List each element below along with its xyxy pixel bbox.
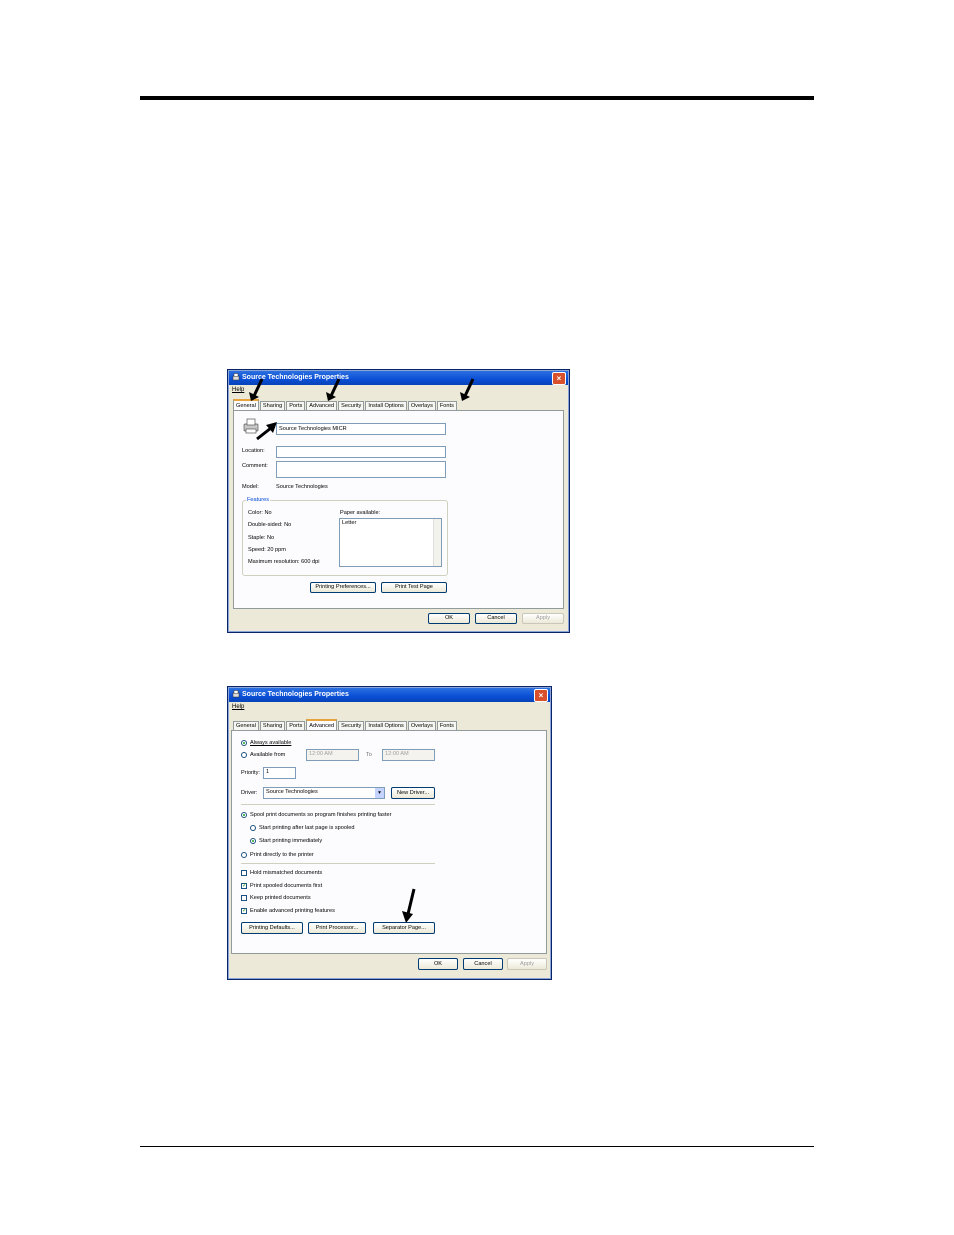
paper-item[interactable]: Letter [342, 519, 441, 528]
keep-printed-label: Keep printed documents [250, 895, 311, 901]
menu-bar: Help [232, 704, 244, 710]
printer-name-field[interactable]: Source Technologies MICR [276, 423, 446, 435]
annotation-arrow-separator-page-icon [402, 888, 416, 923]
available-from-label: Available from [250, 752, 286, 758]
separator [241, 804, 435, 805]
cancel-button[interactable]: Cancel [463, 958, 503, 970]
chevron-down-icon[interactable]: ▾ [375, 788, 384, 798]
print-directly-radio[interactable] [241, 852, 247, 858]
paper-list[interactable]: Letter [339, 518, 442, 567]
tab-strip: General Sharing Ports Advanced Security … [233, 719, 458, 732]
model-value: Source Technologies [276, 484, 328, 490]
annotation-arrow-general-icon [249, 378, 264, 401]
annotation-arrow-printer-name-icon [256, 422, 277, 441]
feature-staple: Staple: No [248, 535, 275, 541]
tab-strip: General Sharing Ports Advanced Security … [233, 399, 458, 412]
paper-list-scrollbar[interactable] [433, 519, 441, 566]
general-panel: Source Technologies MICR Location: Comme… [233, 410, 564, 609]
priority-field[interactable]: 1 [263, 767, 296, 779]
print-spooled-first-label: Print spooled documents first [250, 883, 323, 889]
hold-mismatched-label: Hold mismatched documents [250, 870, 323, 876]
feature-color: Color: No [248, 510, 272, 516]
start-after-last-label: Start printing after last page is spoole… [259, 825, 355, 831]
apply-button[interactable]: Apply [522, 613, 564, 624]
start-immediately-label: Start printing immediately [259, 838, 323, 844]
print-directly-label: Print directly to the printer [250, 852, 314, 858]
start-immediately-radio[interactable] [250, 838, 256, 844]
keep-printed-checkbox[interactable] [241, 895, 247, 901]
driver-select[interactable]: Source Technologies [263, 787, 385, 799]
menu-help[interactable]: Help [232, 387, 244, 393]
ok-button[interactable]: OK [418, 958, 458, 970]
ok-button[interactable]: OK [428, 613, 470, 624]
separator [241, 863, 435, 864]
to-label: To [366, 752, 372, 758]
priority-label: Priority: [241, 770, 260, 776]
driver-label: Driver: [241, 790, 258, 796]
printer-icon [232, 690, 240, 698]
advanced-panel: Always available Available from 12:00 AM… [231, 730, 547, 954]
comment-label: Comment: [242, 463, 268, 469]
annotation-arrow-fonts-icon [460, 378, 475, 401]
location-label: Location: [242, 448, 265, 454]
spool-label: Spool print documents so program finishe… [250, 812, 392, 818]
print-processor-button[interactable]: Print Processor... [308, 922, 366, 934]
model-label: Model: [242, 484, 259, 490]
properties-dialog-advanced: Source Technologies Properties × Help Ge… [227, 686, 552, 980]
annotation-arrow-advanced-icon [326, 378, 341, 401]
new-driver-button[interactable]: New Driver... [391, 787, 435, 799]
apply-button[interactable]: Apply [507, 958, 547, 970]
close-button[interactable]: × [534, 689, 548, 702]
header-rule [140, 96, 814, 100]
feature-double-sided: Double-sided: No [248, 522, 292, 528]
always-available-radio[interactable] [241, 740, 247, 746]
feature-speed: Speed: 20 ppm [248, 547, 286, 553]
footer-rule [140, 1146, 814, 1147]
spool-radio[interactable] [241, 812, 247, 818]
location-field[interactable] [276, 446, 446, 458]
title-bar[interactable]: Source Technologies Properties × [229, 688, 550, 702]
enable-advanced-checkbox[interactable]: ✓ [241, 908, 247, 914]
print-test-page-button[interactable]: Print Test Page [381, 582, 447, 593]
printer-icon [232, 373, 240, 381]
hold-mismatched-checkbox[interactable] [241, 870, 247, 876]
close-button[interactable]: × [552, 372, 566, 385]
menu-bar: Help [232, 387, 244, 393]
always-available-label: Always available [250, 740, 292, 746]
printing-preferences-button[interactable]: Printing Preferences... [310, 582, 376, 593]
properties-dialog-general: Source Technologies Properties × Help Ge… [227, 369, 570, 633]
time-from-field[interactable]: 12:00 AM [306, 749, 359, 761]
feature-max-resolution: Maximum resolution: 600 dpi [248, 559, 320, 565]
dialog-title: Source Technologies Properties [242, 691, 349, 698]
time-to-field[interactable]: 12:00 AM [382, 749, 435, 761]
paper-available-label: Paper available: [340, 510, 381, 516]
title-bar[interactable]: Source Technologies Properties × [229, 371, 568, 385]
comment-field[interactable] [276, 461, 446, 478]
menu-help[interactable]: Help [232, 704, 244, 710]
printing-defaults-button[interactable]: Printing Defaults... [241, 922, 303, 934]
available-from-radio[interactable] [241, 752, 247, 758]
cancel-button[interactable]: Cancel [475, 613, 517, 624]
features-title: Features [246, 497, 271, 503]
start-after-last-radio[interactable] [250, 825, 256, 831]
print-spooled-first-checkbox[interactable]: ✓ [241, 883, 247, 889]
enable-advanced-label: Enable advanced printing features [250, 908, 335, 914]
